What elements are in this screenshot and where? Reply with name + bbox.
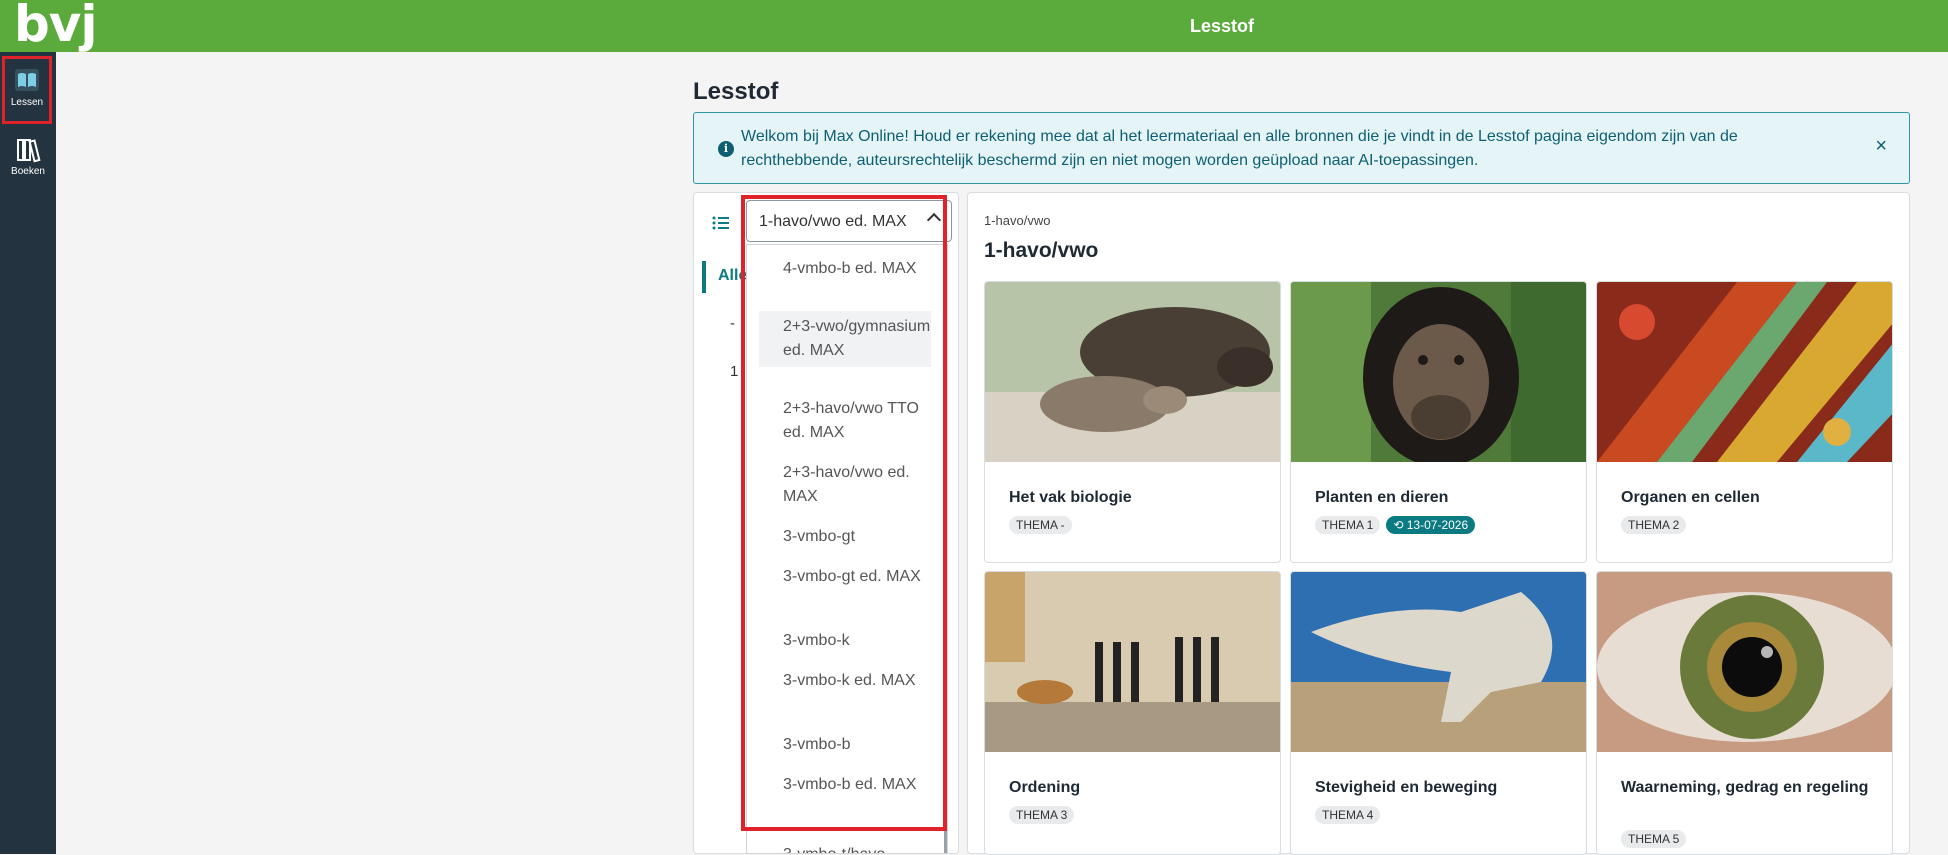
theme-card[interactable]: Stevigheid en beweging THEMA 4 — [1290, 571, 1587, 855]
level-select[interactable]: 1-havo/vwo ed. MAX — [746, 200, 952, 242]
top-bar-title: Lesstof — [1190, 16, 1255, 36]
theme-badge: THEMA - — [1009, 516, 1072, 534]
date-badge: ⟲ 13-07-2026 — [1386, 516, 1476, 534]
chevron-up-icon — [926, 212, 942, 228]
eye-image — [1597, 572, 1892, 752]
list-icon[interactable] — [712, 215, 730, 236]
plant-cells-image — [1597, 282, 1892, 462]
sidebar-item-boeken[interactable]: Boeken — [0, 136, 56, 177]
card-title: Planten en dieren — [1315, 489, 1449, 506]
dropdown-scrollbar[interactable] — [944, 537, 947, 853]
card-title: Organen en cellen — [1621, 489, 1760, 506]
dropdown-option[interactable]: 3-vmbo-k — [759, 625, 931, 657]
date-text: 13-07-2026 — [1406, 518, 1469, 532]
card-title: Het vak biologie — [1009, 489, 1132, 506]
dropdown-option[interactable]: 3-vmbo-t/havo — [759, 839, 931, 853]
theme-badge: THEMA 2 — [1621, 516, 1687, 534]
sidebar: Lessen Boeken — [0, 52, 56, 854]
filter-item[interactable]: - — [730, 315, 735, 332]
dropdown-option[interactable]: 3-vmbo-b ed. MAX — [759, 769, 931, 801]
content-panel: 1-havo/vwo 1-havo/vwo Het vak biologie T… — [967, 192, 1910, 855]
section-title: 1-havo/vwo — [984, 239, 1099, 262]
sidebar-item-label: Boeken — [11, 166, 45, 177]
info-icon: i — [718, 141, 734, 157]
chimpanzee-image — [1291, 282, 1586, 462]
bvj-logo[interactable]: bvj — [14, 0, 98, 54]
dropdown-option[interactable]: 2+3-havo/vwo TTO ed. MAX — [759, 393, 931, 449]
dropdown-option[interactable]: 2+3-vwo/gymnasium ed. MAX — [759, 311, 931, 367]
filter-all[interactable]: Alle — [718, 267, 747, 285]
dropdown-option[interactable]: 3-vmbo-gt — [759, 521, 931, 553]
theme-badge: THEMA 4 — [1315, 806, 1381, 824]
theme-card[interactable]: Organen en cellen THEMA 2 — [1596, 281, 1893, 563]
dropdown-option[interactable]: 2+3-havo/vwo ed. MAX — [759, 457, 931, 513]
sidebar-item-lessen[interactable]: Lessen — [2, 56, 52, 124]
theme-badge: THEMA 3 — [1009, 806, 1075, 824]
top-bar: bvj Lesstof — [0, 0, 1948, 54]
dropdown-option[interactable]: 3-vmbo-gt ed. MAX — [759, 561, 931, 593]
theme-card[interactable]: Planten en dieren THEMA 1 ⟲ 13-07-2026 — [1290, 281, 1587, 563]
card-title: Stevigheid en beweging — [1315, 779, 1498, 796]
zebras-image — [985, 572, 1280, 752]
info-alert: i Welkom bij Max Online! Houd er rekenin… — [693, 112, 1910, 184]
wild-boar-image — [985, 282, 1280, 462]
alert-message: Welkom bij Max Online! Houd er rekening … — [741, 128, 1738, 169]
theme-badge: THEMA 5 — [1621, 830, 1687, 848]
sidebar-item-label: Lessen — [10, 97, 44, 108]
dropdown-option[interactable]: 4-vmbo-b ed. MAX — [759, 253, 931, 285]
card-title: Waarneming, gedrag en regeling — [1621, 779, 1869, 796]
level-dropdown[interactable]: 4-vmbo-b ed. MAX 2+3-vwo/gymnasium ed. M… — [746, 244, 948, 854]
open-book-icon — [15, 69, 39, 91]
theme-card[interactable]: Het vak biologie THEMA - — [984, 281, 1281, 563]
page-title: Lesstof — [693, 78, 779, 105]
card-title: Ordening — [1009, 779, 1081, 796]
dropdown-option[interactable]: 3-vmbo-b — [759, 729, 931, 761]
close-icon[interactable]: × — [1875, 135, 1887, 158]
theme-badge: THEMA 1 — [1315, 516, 1381, 534]
filter-item[interactable]: 1 — [730, 363, 738, 380]
theme-card[interactable]: Waarneming, gedrag en regeling THEMA 5 — [1596, 571, 1893, 855]
bone-image — [1291, 572, 1586, 752]
theme-card[interactable]: Ordening THEMA 3 — [984, 571, 1281, 855]
breadcrumb[interactable]: 1-havo/vwo — [984, 213, 1050, 228]
active-indicator — [702, 261, 706, 293]
history-icon: ⟲ — [1393, 518, 1407, 532]
books-icon — [17, 139, 41, 163]
select-value: 1-havo/vwo ed. MAX — [759, 213, 907, 230]
dropdown-option[interactable]: 3-vmbo-k ed. MAX — [759, 665, 931, 697]
